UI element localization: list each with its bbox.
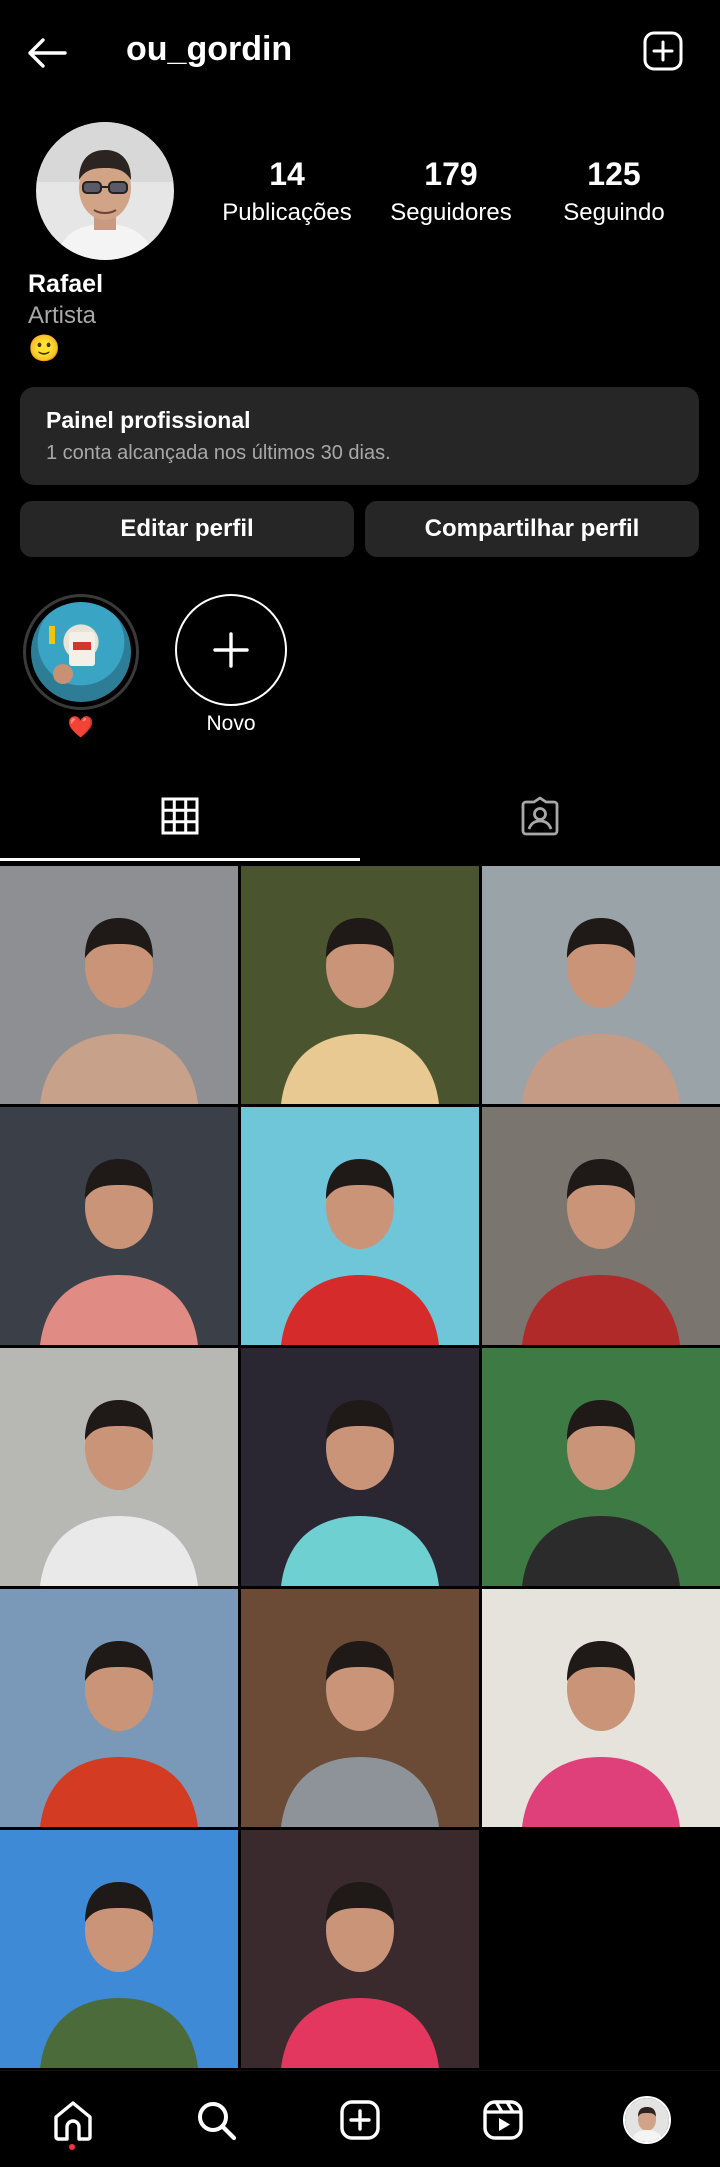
- tab-posts-grid[interactable]: [0, 770, 360, 862]
- post-image: [281, 1641, 439, 1827]
- back-button[interactable]: [22, 28, 72, 78]
- bottom-navigation: [0, 2070, 720, 2167]
- posts-count-label: Publicações: [222, 199, 352, 226]
- followers-count-value: 179: [424, 156, 478, 192]
- active-tab-indicator: [0, 858, 360, 861]
- followers-count[interactable]: 179 Seguidores: [366, 156, 536, 227]
- post-image: [281, 1400, 439, 1586]
- post-image: [281, 1882, 439, 2068]
- post-image: [40, 1882, 198, 2068]
- following-count-value: 125: [587, 156, 641, 192]
- profile-bio-emoji: 🙂: [28, 333, 61, 363]
- post-image: [40, 1159, 198, 1345]
- home-notification-dot: [69, 2144, 75, 2150]
- nav-profile-avatar: [623, 2096, 671, 2144]
- tagged-person-icon: [521, 796, 559, 836]
- nav-reels[interactable]: [476, 2093, 530, 2147]
- nav-profile[interactable]: [620, 2093, 674, 2147]
- profile-username: ou_gordin: [126, 30, 293, 68]
- post-image: [40, 1400, 198, 1586]
- posts-count[interactable]: 14 Publicações: [202, 156, 372, 227]
- dashboard-subtitle: 1 conta alcançada nos últimos 30 dias.: [46, 442, 391, 464]
- following-count[interactable]: 125 Seguindo: [529, 156, 699, 227]
- grid-icon: [161, 797, 199, 835]
- create-button[interactable]: [640, 28, 686, 74]
- top-bar: ou_gordin: [0, 0, 720, 104]
- edit-profile-button[interactable]: Editar perfil: [20, 501, 354, 557]
- post-thumbnail[interactable]: [0, 1589, 238, 1827]
- post-image: [522, 1400, 680, 1586]
- post-image: [522, 1641, 680, 1827]
- nav-create[interactable]: [333, 2093, 387, 2147]
- posts-count-value: 14: [269, 156, 305, 192]
- post-thumbnail[interactable]: [0, 1107, 238, 1345]
- post-image: [522, 1159, 680, 1345]
- following-count-label: Seguindo: [563, 199, 665, 226]
- profile-category: Artista: [28, 302, 97, 329]
- post-thumbnail[interactable]: [0, 1348, 238, 1586]
- post-thumbnail[interactable]: [482, 866, 720, 1104]
- profile-name: Rafael: [28, 270, 104, 298]
- post-thumbnail[interactable]: [241, 1107, 479, 1345]
- tab-tagged[interactable]: [360, 770, 720, 862]
- dashboard-title: Painel profissional: [46, 407, 251, 433]
- post-image: [281, 918, 439, 1104]
- new-highlight-circle: [175, 594, 287, 706]
- post-image: [281, 1159, 439, 1345]
- share-profile-button[interactable]: Compartilhar perfil: [365, 501, 699, 557]
- profile-avatar[interactable]: [36, 122, 174, 260]
- nav-search[interactable]: [189, 2093, 243, 2147]
- post-thumbnail[interactable]: [241, 1589, 479, 1827]
- post-image: [522, 918, 680, 1104]
- home-icon: [54, 2101, 92, 2141]
- post-image: [40, 918, 198, 1104]
- post-image: [40, 1641, 198, 1827]
- post-thumbnail[interactable]: [0, 1830, 238, 2068]
- highlight-cover: [23, 594, 139, 710]
- post-thumbnail[interactable]: [241, 1830, 479, 2068]
- profile-tabs: [0, 770, 720, 862]
- new-highlight-button[interactable]: Novo: [169, 594, 293, 736]
- search-icon: [198, 2102, 237, 2141]
- professional-dashboard[interactable]: Painel profissional 1 conta alcançada no…: [20, 387, 699, 485]
- plus-icon: [213, 632, 249, 668]
- new-highlight-label: Novo: [206, 712, 256, 735]
- reels-icon: [483, 2100, 523, 2140]
- nav-home[interactable]: [46, 2093, 100, 2147]
- arrow-left-icon: [28, 38, 67, 68]
- plus-square-icon: [643, 31, 683, 71]
- post-thumbnail[interactable]: [482, 1107, 720, 1345]
- post-thumbnail[interactable]: [241, 1348, 479, 1586]
- post-thumbnail[interactable]: [0, 866, 238, 1104]
- post-thumbnail[interactable]: [241, 866, 479, 1104]
- plus-square-icon: [340, 2100, 380, 2140]
- followers-count-label: Seguidores: [390, 199, 512, 226]
- post-thumbnail[interactable]: [482, 1348, 720, 1586]
- post-thumbnail[interactable]: [482, 1589, 720, 1827]
- story-highlight[interactable]: ❤️: [19, 594, 143, 740]
- highlight-label: ❤️: [67, 716, 95, 739]
